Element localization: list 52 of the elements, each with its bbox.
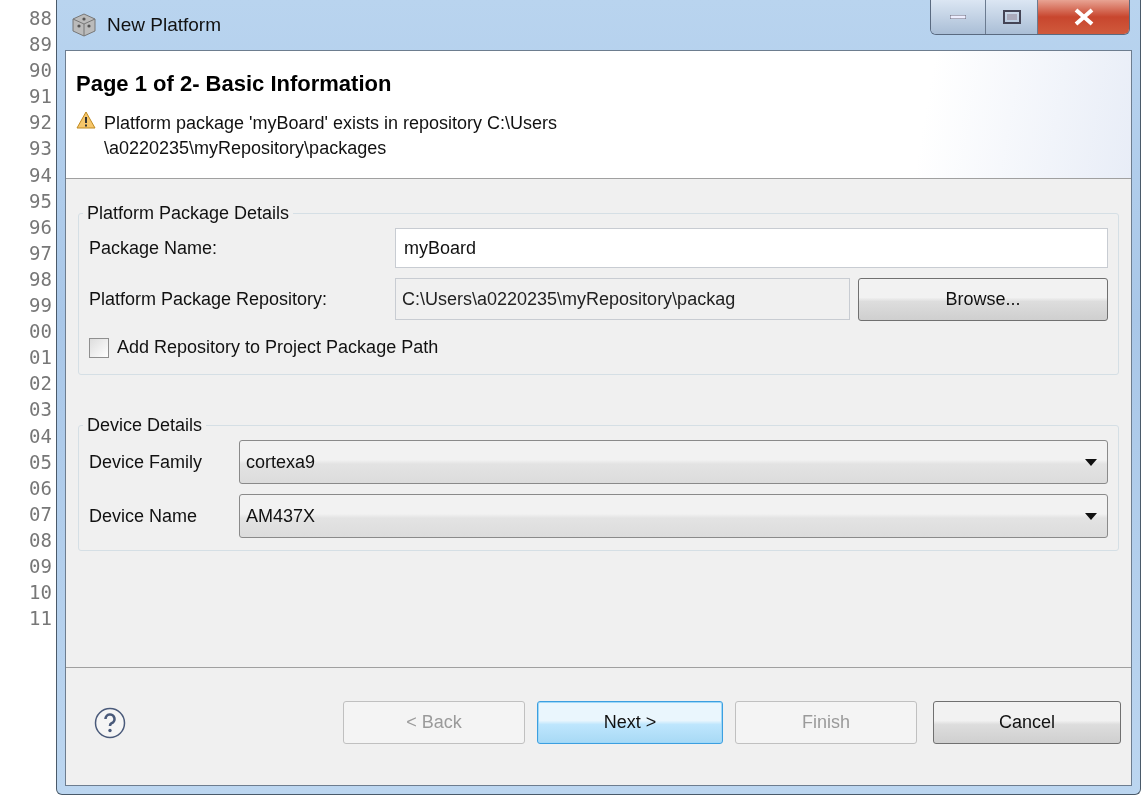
minimize-icon [950, 15, 966, 19]
cube-icon [71, 12, 97, 38]
line-number: 04 [29, 423, 52, 449]
line-number: 11 [29, 606, 52, 632]
line-number: 92 [29, 110, 52, 136]
line-number: 05 [29, 449, 52, 475]
line-number: 89 [29, 32, 52, 58]
warning-message: Platform package 'myBoard' exists in repository C:\Users \a0220235\myRepository\packages [104, 112, 558, 160]
package-name-field[interactable]: myBoard [395, 228, 1108, 268]
line-number: 99 [29, 293, 52, 319]
dropdown[interactable]: AM437X [239, 494, 1108, 538]
line-number: 01 [29, 345, 52, 371]
line-number: 06 [29, 475, 52, 501]
field-label: Device Family [89, 451, 204, 473]
line-number: 03 [29, 397, 52, 423]
window-title: New Platform [107, 14, 223, 36]
help-icon[interactable] [94, 706, 126, 739]
checkbox[interactable] [89, 337, 109, 358]
maximize-button[interactable] [985, 0, 1037, 34]
group-title: Device Details [86, 415, 204, 436]
checkbox-label: Add Repository to Project Package Path [117, 337, 440, 358]
warning-icon [76, 111, 96, 129]
line-number: 94 [29, 162, 52, 188]
group-title: Platform Package Details [86, 203, 291, 224]
line-number: 88 [29, 6, 52, 31]
dropdown[interactable]: cortexa9 [239, 440, 1108, 484]
dropdown-caret-icon [1085, 458, 1097, 466]
line-number: 98 [29, 266, 52, 292]
browse-button[interactable]: Browse... [858, 278, 1108, 321]
maximize-icon [1002, 10, 1021, 24]
line-number: 07 [29, 501, 52, 527]
wizard-button[interactable]: Cancel [933, 701, 1121, 744]
close-button[interactable] [1037, 0, 1129, 34]
line-number: 90 [29, 58, 52, 84]
line-number: 93 [29, 136, 52, 162]
line-number: 96 [29, 214, 52, 240]
line-number: 09 [29, 553, 52, 579]
line-number: 97 [29, 240, 52, 266]
line-number: 08 [29, 527, 52, 553]
line-number: 10 [29, 580, 52, 606]
close-icon [1072, 8, 1095, 26]
line-number: 00 [29, 319, 52, 345]
field-label: Package Name: [89, 237, 219, 259]
page-title: Page 1 of 2- Basic Information [76, 71, 393, 97]
line-number: 02 [29, 371, 52, 397]
repository-field[interactable]: C:\Users\a0220235\myRepository\packag [395, 278, 850, 320]
line-number: 95 [29, 188, 52, 214]
wizard-button[interactable]: Next > [537, 701, 723, 744]
field-label: Device Name [89, 505, 199, 527]
dropdown-caret-icon [1085, 512, 1097, 520]
field-label: Platform Package Repository: [89, 289, 329, 310]
line-number: 91 [29, 84, 52, 110]
